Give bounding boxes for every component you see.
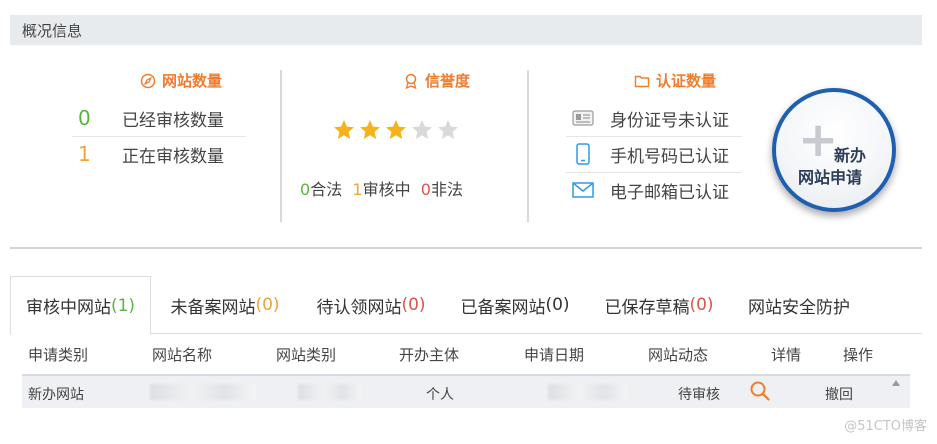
- plus-icon: +: [798, 112, 839, 168]
- id-card-label: 身份证号未认证: [610, 110, 729, 131]
- legal-count: 0: [300, 180, 311, 199]
- detail-search-button[interactable]: [749, 380, 771, 406]
- tab-drafts[interactable]: 已保存草稿 (0): [594, 276, 724, 334]
- cell-status: 待审核: [678, 387, 720, 403]
- reviewing-label: 正在审核数量: [122, 146, 224, 167]
- panel-divider: [527, 70, 529, 222]
- new-site-apply-button[interactable]: + 新办 网站申请: [772, 88, 896, 212]
- table-header: 申请类别 网站名称 网站类别 开办主体 申请日期 网站动态 详情 操作: [22, 340, 882, 368]
- reviewed-label: 已经审核数量: [122, 110, 224, 131]
- apply-line1: 新办: [834, 146, 867, 165]
- reputation-title: 信誉度: [403, 70, 470, 91]
- illegal-label: 非法: [430, 180, 463, 199]
- th-apply-date: 申请日期: [524, 346, 585, 364]
- mobile-label: 手机号码已认证: [610, 146, 729, 167]
- section-divider: [10, 247, 922, 249]
- withdraw-link[interactable]: 撤回: [825, 384, 853, 404]
- pending-label: 审核中: [362, 180, 411, 199]
- mobile-phone-icon: [576, 143, 590, 165]
- section-title: 概况信息: [22, 22, 83, 40]
- stat-reviewed: 0 已经审核数量: [72, 100, 246, 136]
- watermark: @51CTO博客: [844, 419, 927, 434]
- tab-security[interactable]: 网站安全防护: [737, 276, 861, 334]
- email-label: 电子邮箱已认证: [610, 182, 729, 203]
- th-action: 操作: [843, 346, 874, 364]
- auth-mobile: 手机号码已认证: [566, 136, 742, 172]
- site-tabs: 审核中网站 (1) 未备案网站 (0) 待认领网站 (0) 已备案网站 (0) 已保存草…: [10, 276, 922, 335]
- site-count-title: 网站数量: [140, 70, 222, 91]
- th-detail: 详情: [771, 346, 802, 364]
- reputation-counts: 0合法 1审核中 0非法: [300, 176, 463, 200]
- auth-id-card: 身份证号未认证: [566, 100, 742, 136]
- star-filled-icon: [360, 120, 380, 139]
- pending-count: 1: [352, 180, 363, 199]
- star-filled-icon: [386, 120, 406, 139]
- stat-reviewing: 1 正在审核数量: [72, 136, 246, 172]
- search-icon: [750, 381, 770, 401]
- cell-owner: 个人: [426, 387, 454, 403]
- tab-filed[interactable]: 已备案网站 (0): [450, 276, 580, 334]
- rating-stars: [332, 118, 460, 142]
- folder-icon: [634, 75, 650, 87]
- auth-title: 认证数量: [634, 70, 716, 91]
- th-owner: 开办主体: [399, 346, 460, 364]
- tab-reviewing[interactable]: 审核中网站 (1): [10, 276, 151, 335]
- tab-to-claim[interactable]: 待认领网站 (0): [306, 276, 436, 334]
- compass-icon: [140, 73, 156, 88]
- cell-apply-date-redacted: [548, 384, 628, 400]
- scroll-up-arrow[interactable]: [892, 380, 900, 386]
- th-apply-type: 申请类别: [28, 346, 89, 364]
- table-row: 新办网站 个人 待审核 撤回: [22, 374, 910, 408]
- panel-divider: [280, 70, 282, 222]
- th-site-type: 网站类别: [276, 346, 337, 364]
- legal-label: 合法: [310, 180, 343, 199]
- tab-unfiled[interactable]: 未备案网站 (0): [160, 276, 290, 334]
- section-header: 概况信息: [10, 15, 922, 45]
- email-icon: [572, 182, 594, 198]
- th-status: 网站动态: [648, 346, 709, 364]
- cell-site-name-redacted: [150, 384, 256, 400]
- cell-site-type-redacted: [298, 384, 362, 400]
- star-filled-icon: [334, 120, 354, 139]
- id-card-icon: [572, 110, 594, 126]
- auth-email: 电子邮箱已认证: [566, 172, 742, 208]
- star-empty-icon: [438, 120, 458, 139]
- reviewing-count: 1: [78, 142, 91, 166]
- th-site-name: 网站名称: [152, 346, 213, 364]
- apply-line2: 网站申请: [798, 168, 863, 187]
- reviewed-count: 0: [78, 106, 91, 130]
- illegal-count: 0: [420, 180, 431, 199]
- star-empty-icon: [412, 120, 432, 139]
- cell-apply-type: 新办网站: [28, 387, 84, 403]
- award-icon: [405, 73, 417, 89]
